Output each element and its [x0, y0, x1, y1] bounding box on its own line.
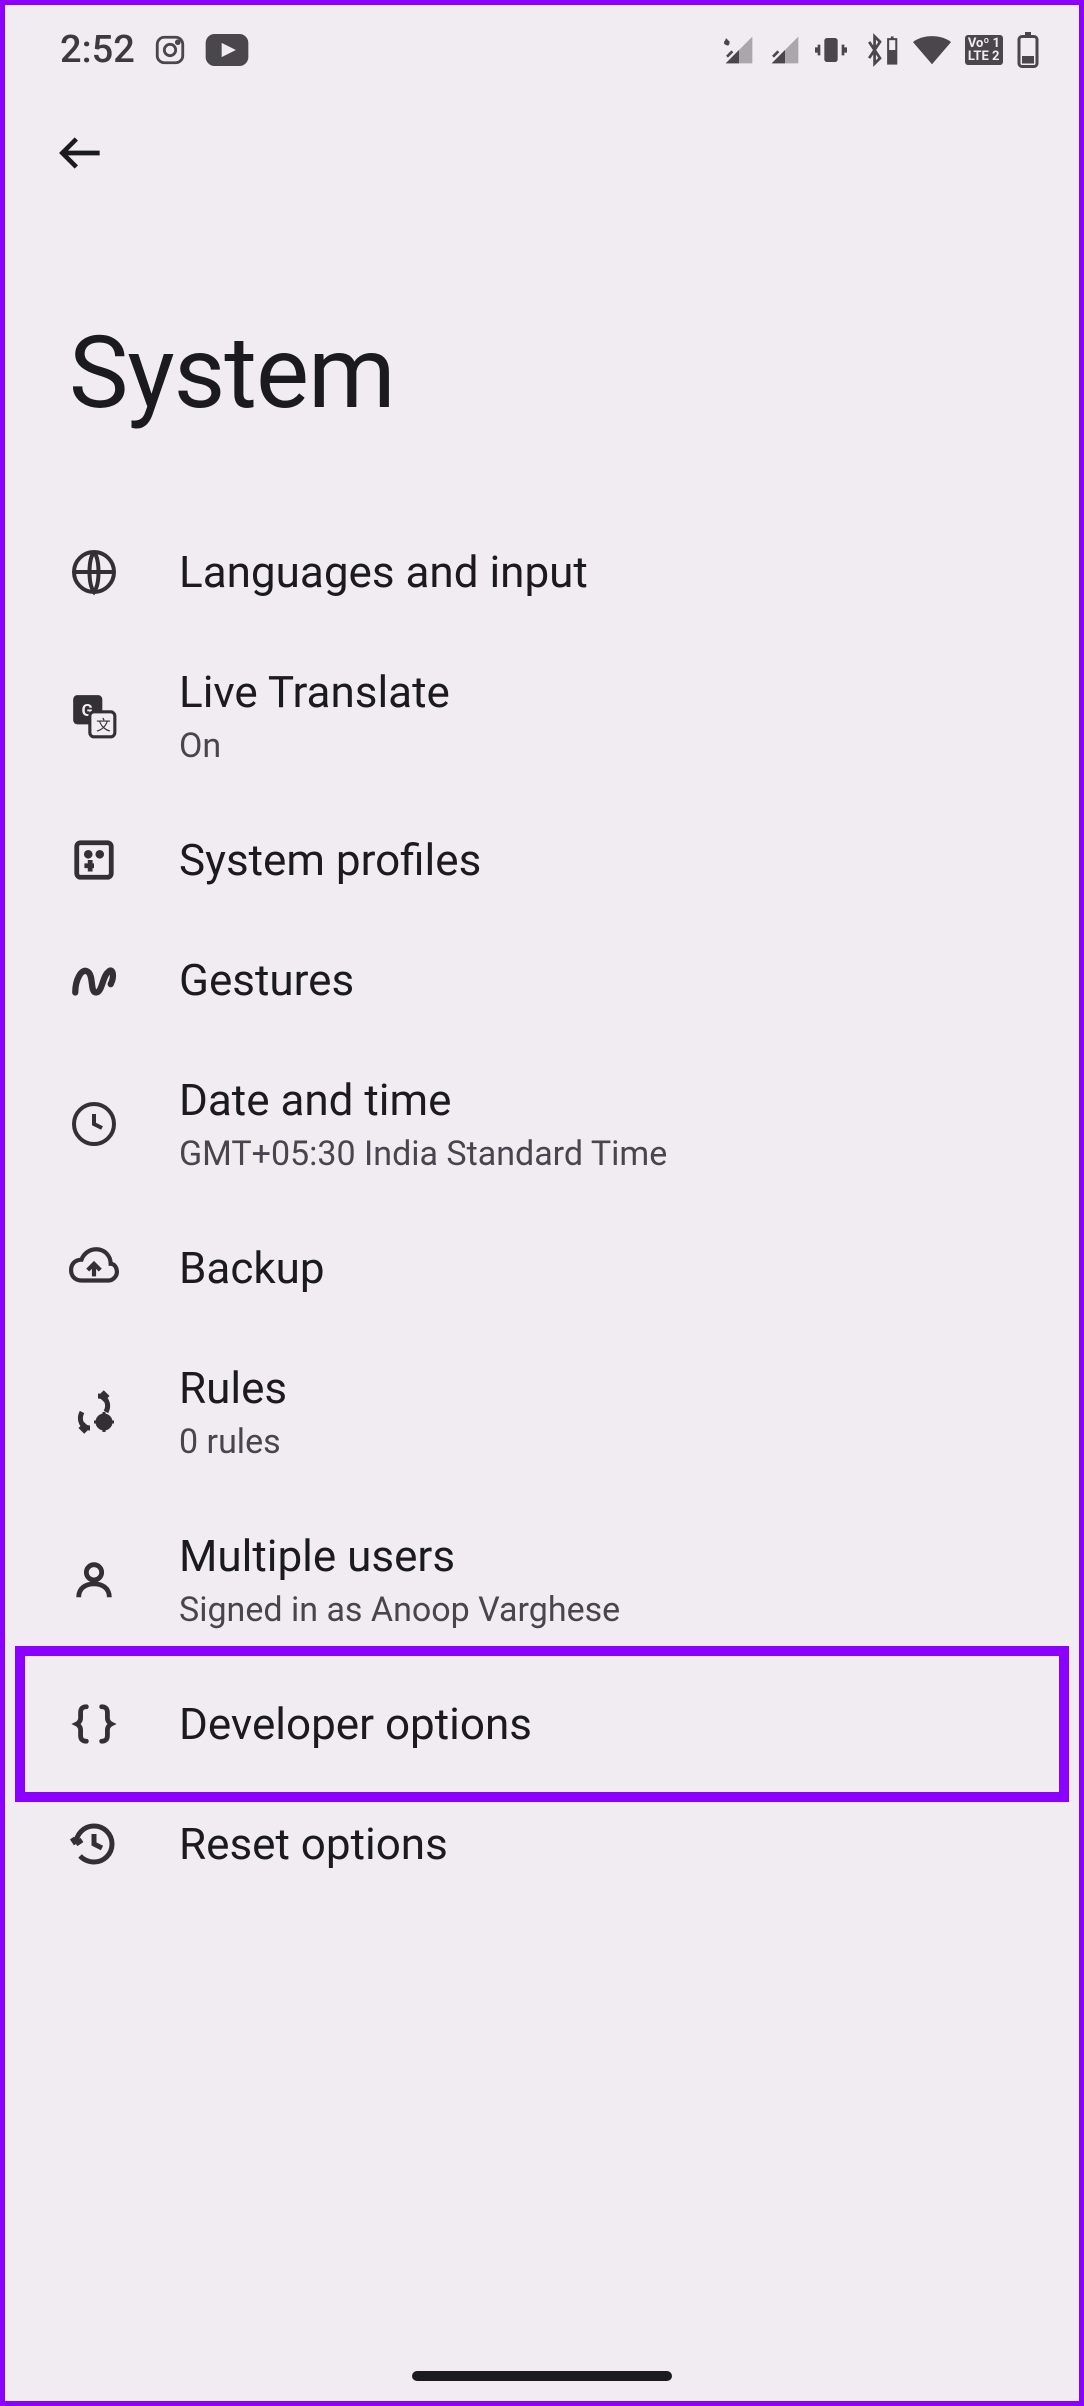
setting-title: Live Translate	[179, 666, 450, 718]
bluetooth-battery-icon	[861, 32, 899, 68]
history-icon	[69, 1819, 119, 1869]
translate-icon: G 文	[69, 691, 119, 741]
wifi-icon	[913, 35, 951, 65]
setting-backup[interactable]: Backup	[5, 1208, 1079, 1328]
profiles-icon	[69, 835, 119, 885]
setting-date-time[interactable]: Date and time GMT+05:30 India Standard T…	[5, 1040, 1079, 1208]
person-icon	[69, 1555, 119, 1605]
braces-icon	[69, 1699, 119, 1749]
setting-developer-options[interactable]: Developer options	[5, 1664, 1079, 1784]
setting-live-translate[interactable]: G 文 Live Translate On	[5, 632, 1079, 800]
setting-gestures[interactable]: Gestures	[5, 920, 1079, 1040]
setting-title: Multiple users	[179, 1530, 620, 1582]
highlight-annotation	[15, 1646, 1069, 1802]
globe-icon	[69, 547, 119, 597]
setting-subtitle: GMT+05:30 India Standard Time	[179, 1134, 667, 1174]
status-left: 2:52	[60, 28, 249, 72]
setting-reset-options[interactable]: Reset options	[5, 1784, 1079, 1904]
setting-title: Backup	[179, 1242, 325, 1294]
status-time: 2:52	[60, 28, 135, 72]
youtube-icon	[205, 34, 249, 66]
setting-title: Gestures	[179, 954, 354, 1006]
setting-title: Date and time	[179, 1074, 667, 1126]
setting-subtitle: On	[179, 726, 450, 766]
call-signal-icon-1	[723, 34, 755, 66]
gesture-icon	[69, 955, 119, 1005]
svg-text:文: 文	[96, 717, 111, 735]
setting-title: Rules	[179, 1362, 287, 1414]
volte-badge: Voº 1 LTE 2	[965, 35, 1003, 65]
setting-title: Reset options	[179, 1818, 448, 1870]
vibrate-icon	[815, 32, 847, 68]
setting-multiple-users[interactable]: Multiple users Signed in as Anoop Varghe…	[5, 1496, 1079, 1664]
setting-subtitle: 0 rules	[179, 1422, 287, 1462]
page-title: System	[5, 185, 1079, 512]
status-right: Voº 1 LTE 2	[723, 32, 1039, 68]
setting-title: Developer options	[179, 1698, 532, 1750]
setting-system-profiles[interactable]: System profiles	[5, 800, 1079, 920]
setting-rules[interactable]: Rules 0 rules	[5, 1328, 1079, 1496]
battery-icon	[1017, 32, 1039, 68]
call-signal-icon-2	[769, 34, 801, 66]
status-bar: 2:52	[5, 5, 1079, 85]
back-button[interactable]	[5, 85, 109, 185]
nav-pill[interactable]	[412, 2371, 672, 2381]
setting-title: Languages and input	[179, 546, 588, 598]
instagram-icon	[153, 33, 187, 67]
setting-languages-input[interactable]: Languages and input	[5, 512, 1079, 632]
rules-icon	[69, 1387, 119, 1437]
clock-icon	[69, 1099, 119, 1149]
setting-subtitle: Signed in as Anoop Varghese	[179, 1590, 620, 1630]
setting-title: System profiles	[179, 834, 481, 886]
cloud-upload-icon	[69, 1243, 119, 1293]
settings-list: Languages and input G 文 Live Translate O…	[5, 512, 1079, 1904]
